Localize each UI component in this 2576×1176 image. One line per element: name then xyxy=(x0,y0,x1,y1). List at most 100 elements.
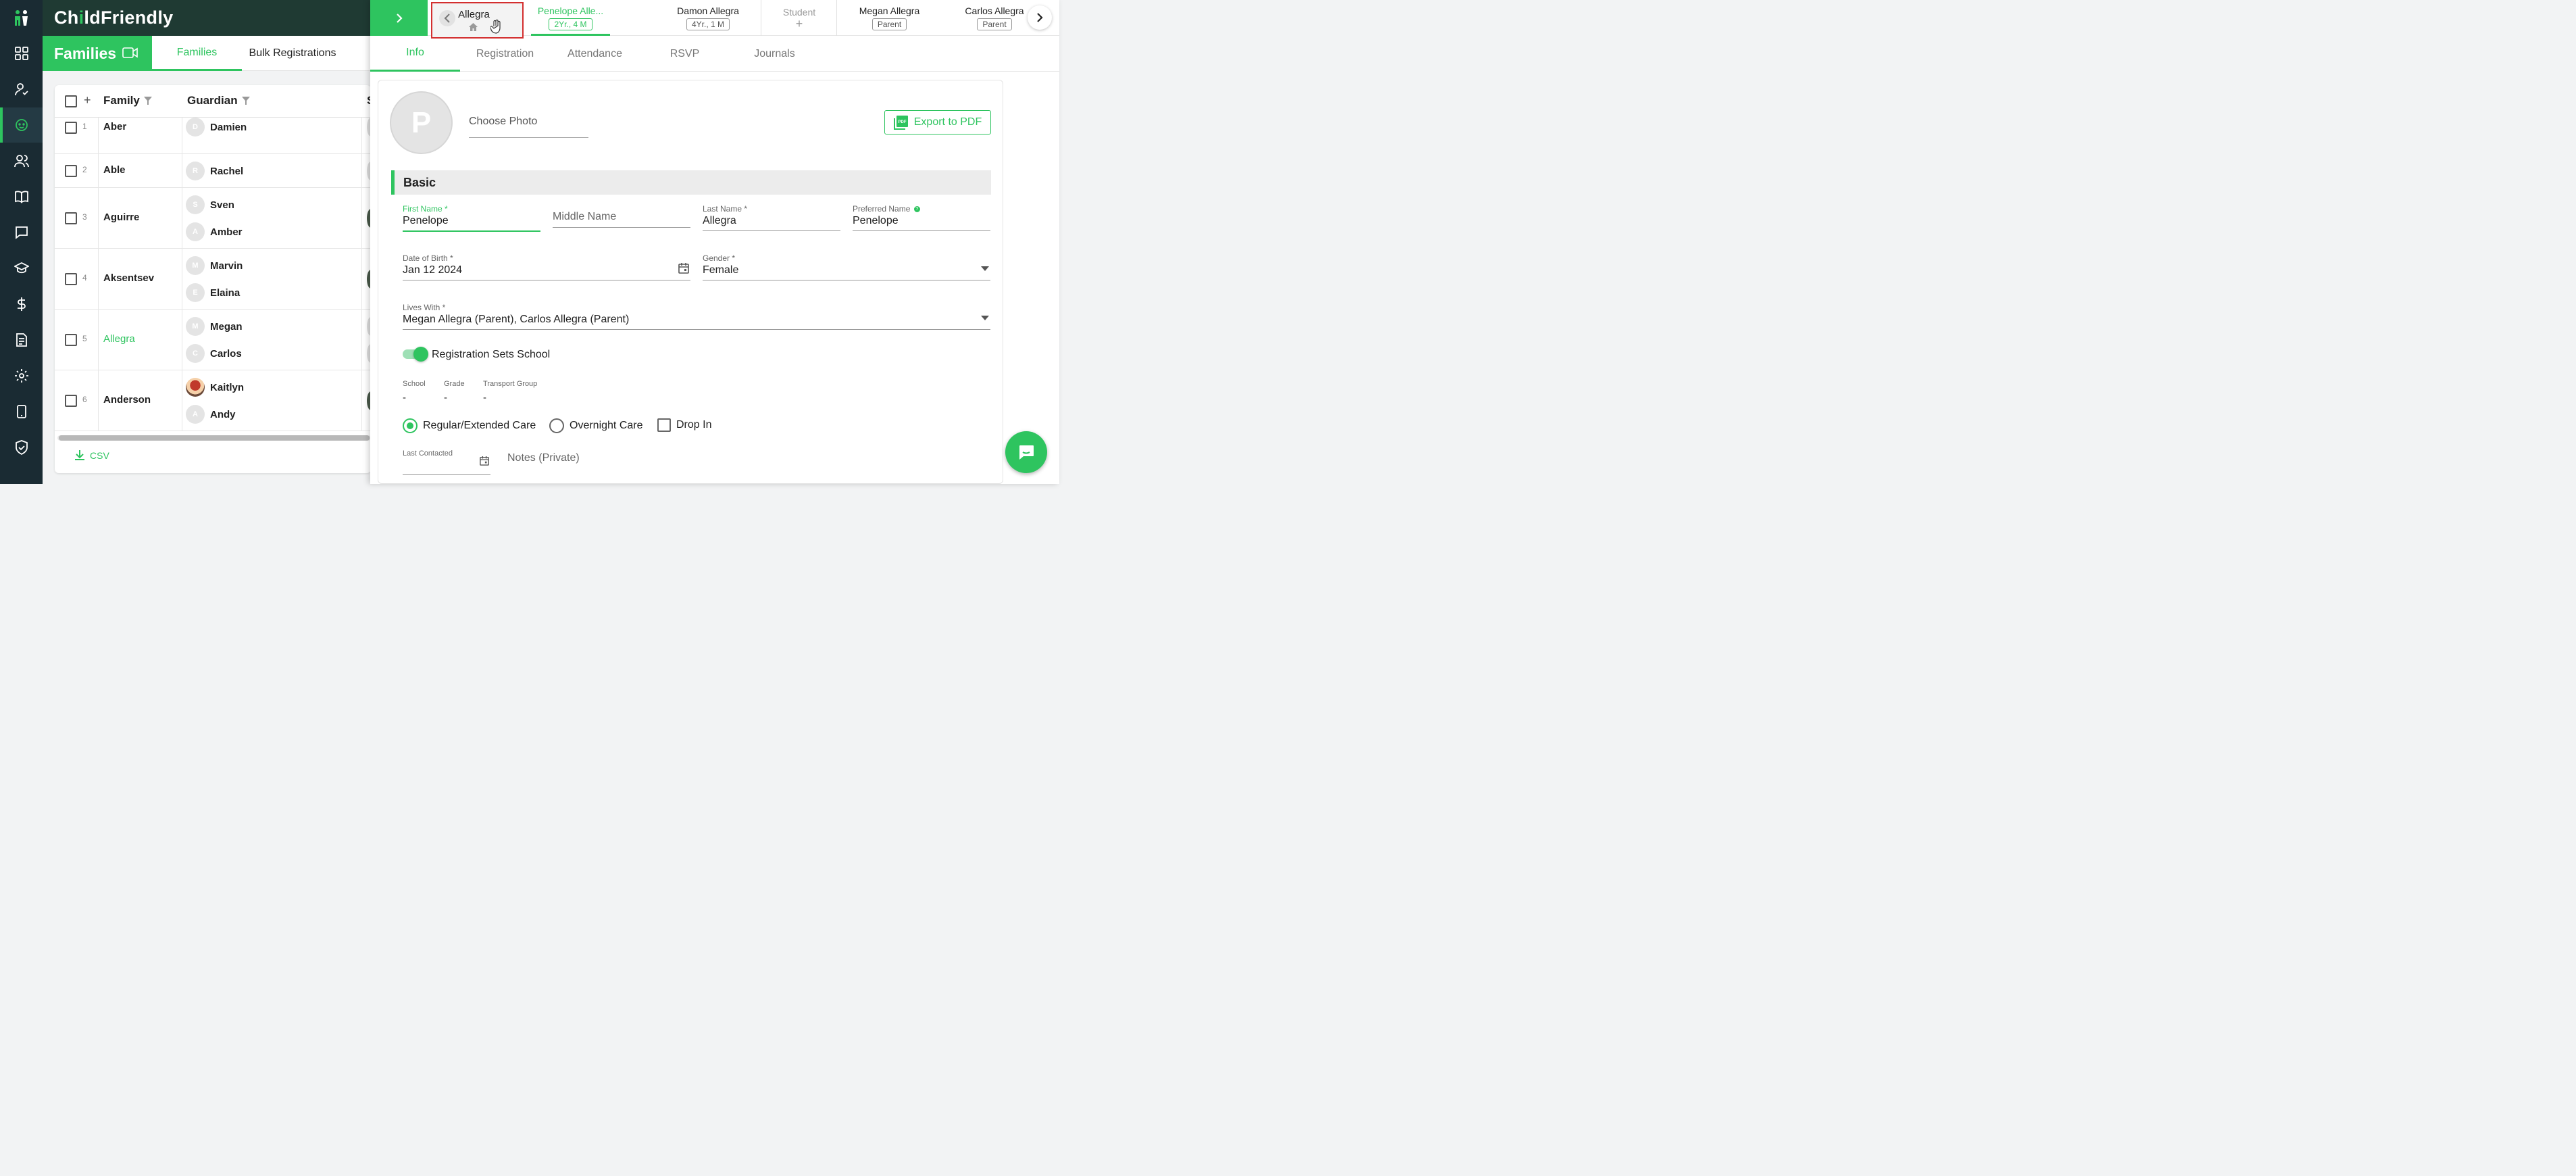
security-shield-icon[interactable] xyxy=(0,430,43,465)
guardian-entry[interactable]: D Damien xyxy=(186,118,247,137)
chat-support-button[interactable] xyxy=(1005,431,1047,473)
date-of-birth-field[interactable]: Date of Birth * Jan 12 2024 xyxy=(403,253,690,280)
last-contacted-field[interactable]: Last Contacted xyxy=(403,449,490,475)
messages-icon[interactable] xyxy=(0,215,43,250)
table-row[interactable]: 3 Aguirre S Sven A Amber xyxy=(55,188,371,249)
member-penelope[interactable]: Penelope Alle... 2Yr., 4 M xyxy=(531,0,610,36)
app-logo-icon[interactable] xyxy=(0,0,43,36)
row-number: 3 xyxy=(82,212,87,222)
guardian-entry[interactable]: C Carlos xyxy=(186,344,242,363)
guardian-entry[interactable]: E Elaina xyxy=(186,283,240,302)
guardian-entry[interactable]: Kaitlyn xyxy=(186,378,244,397)
select-all-checkbox[interactable] xyxy=(65,95,77,107)
tab-families[interactable]: Families xyxy=(152,36,242,71)
add-student-button[interactable]: Student + xyxy=(761,0,837,36)
table-row[interactable]: 2 Able R Rachel xyxy=(55,154,371,188)
scrollbar-thumb[interactable] xyxy=(59,435,370,441)
role-badge: Parent xyxy=(977,18,1012,30)
guardian-entry[interactable]: A Amber xyxy=(186,222,243,241)
middle-name-field[interactable]: Middle Name xyxy=(553,204,690,228)
dropdown-arrow-icon xyxy=(981,266,989,271)
family-name[interactable]: Able xyxy=(103,164,126,176)
avatar xyxy=(186,378,205,397)
billing-dollar-icon[interactable] xyxy=(0,287,43,322)
staff-icon[interactable] xyxy=(0,143,43,178)
guardian-entry[interactable]: M Marvin xyxy=(186,256,243,275)
family-name[interactable]: Allegra xyxy=(103,333,135,345)
tab-rsvp[interactable]: RSVP xyxy=(640,36,730,72)
video-tour-icon[interactable] xyxy=(122,45,138,63)
care-overnight-radio[interactable]: Overnight Care xyxy=(549,418,643,433)
row-checkbox[interactable] xyxy=(65,395,77,407)
lives-with-select[interactable]: Lives With * Megan Allegra (Parent), Car… xyxy=(403,303,990,330)
column-guardian[interactable]: Guardian xyxy=(187,94,250,107)
radio-icon[interactable] xyxy=(549,418,564,433)
table-row[interactable]: 5 Allegra M Megan C Carlos xyxy=(55,310,371,370)
first-name-field[interactable]: First Name * Penelope xyxy=(403,204,540,232)
last-name-field[interactable]: Last Name * Allegra xyxy=(703,204,840,231)
care-regular-radio[interactable]: Regular/Extended Care xyxy=(403,418,536,433)
chevron-right-icon xyxy=(1037,13,1043,22)
member-damon[interactable]: Damon Allegra 4Yr., 1 M xyxy=(670,0,747,36)
graduation-cap-icon[interactable] xyxy=(0,251,43,286)
row-checkbox[interactable] xyxy=(65,273,77,285)
export-pdf-button[interactable]: PDF Export to PDF xyxy=(884,110,991,134)
add-family-icon[interactable]: + xyxy=(84,93,91,107)
filter-icon[interactable] xyxy=(241,97,250,105)
brand-wordmark[interactable]: ChildFriendly xyxy=(54,7,173,28)
learning-book-icon[interactable] xyxy=(0,179,43,214)
row-checkbox[interactable] xyxy=(65,212,77,224)
column-family[interactable]: Family xyxy=(103,94,152,107)
tab-attendance[interactable]: Attendance xyxy=(550,36,640,72)
transport-group-readonly: Transport Group - xyxy=(483,380,538,403)
preferred-name-field[interactable]: Preferred Name ? Penelope xyxy=(853,204,990,231)
scroll-members-right-button[interactable] xyxy=(1028,5,1052,30)
choose-photo-button[interactable]: Choose Photo xyxy=(469,116,588,138)
family-name[interactable]: Anderson xyxy=(103,394,151,406)
drop-in-checkbox[interactable]: Drop In xyxy=(657,418,711,432)
table-row[interactable]: 6 Anderson Kaitlyn A Andy xyxy=(55,370,371,431)
check-in-icon[interactable] xyxy=(0,72,43,107)
family-members-bar: Allegra Penelope Alle... 2Yr., 4 M Damon… xyxy=(428,0,1059,39)
table-row[interactable]: 1 Aber D Damien xyxy=(55,118,371,154)
tab-bulk-registrations[interactable]: Bulk Registrations xyxy=(242,36,343,71)
tab-info[interactable]: Info xyxy=(370,36,460,72)
gender-select[interactable]: Gender * Female xyxy=(703,253,990,280)
guardian-entry[interactable]: A Andy xyxy=(186,405,236,424)
role-badge: Parent xyxy=(872,18,907,30)
collapse-drawer-button[interactable] xyxy=(370,0,428,36)
tab-registration[interactable]: Registration xyxy=(460,36,550,72)
dashboard-icon[interactable] xyxy=(0,36,43,71)
guardian-entry[interactable]: S Sven xyxy=(186,195,234,214)
csv-export-button[interactable]: CSV xyxy=(75,450,109,461)
family-home-chip[interactable]: Allegra xyxy=(431,2,524,39)
member-carlos[interactable]: Carlos Allegra Parent xyxy=(958,0,1031,36)
filter-icon[interactable] xyxy=(143,97,152,105)
avatar: C xyxy=(186,344,205,363)
family-name[interactable]: Aber xyxy=(103,121,126,132)
registration-sets-school-toggle[interactable] xyxy=(403,347,428,362)
children-icon[interactable] xyxy=(0,107,43,143)
family-name[interactable]: Aksentsev xyxy=(103,272,154,284)
family-name[interactable]: Aguirre xyxy=(103,212,139,223)
member-megan[interactable]: Megan Allegra Parent xyxy=(851,0,928,36)
checkbox-icon[interactable] xyxy=(657,418,671,432)
table-row[interactable]: 4 Aksentsev M Marvin E Elaina xyxy=(55,249,371,310)
radio-icon[interactable] xyxy=(403,418,418,433)
settings-gear-icon[interactable] xyxy=(0,358,43,393)
row-checkbox[interactable] xyxy=(65,122,77,134)
horizontal-scrollbar[interactable] xyxy=(57,435,371,441)
help-icon[interactable]: ? xyxy=(913,206,920,213)
row-checkbox[interactable] xyxy=(65,165,77,177)
calendar-icon[interactable] xyxy=(480,456,489,466)
reports-document-icon[interactable] xyxy=(0,322,43,358)
guardian-entry[interactable]: R Rachel xyxy=(186,162,243,180)
guardian-entry[interactable]: M Megan xyxy=(186,317,243,336)
row-checkbox[interactable] xyxy=(65,334,77,346)
notes-private-field[interactable]: Notes (Private) xyxy=(507,445,990,468)
avatar: R xyxy=(186,162,205,180)
tablet-icon[interactable] xyxy=(0,394,43,429)
tab-journals[interactable]: Journals xyxy=(730,36,819,72)
calendar-icon[interactable] xyxy=(678,262,689,274)
avatar[interactable]: P xyxy=(390,91,453,154)
